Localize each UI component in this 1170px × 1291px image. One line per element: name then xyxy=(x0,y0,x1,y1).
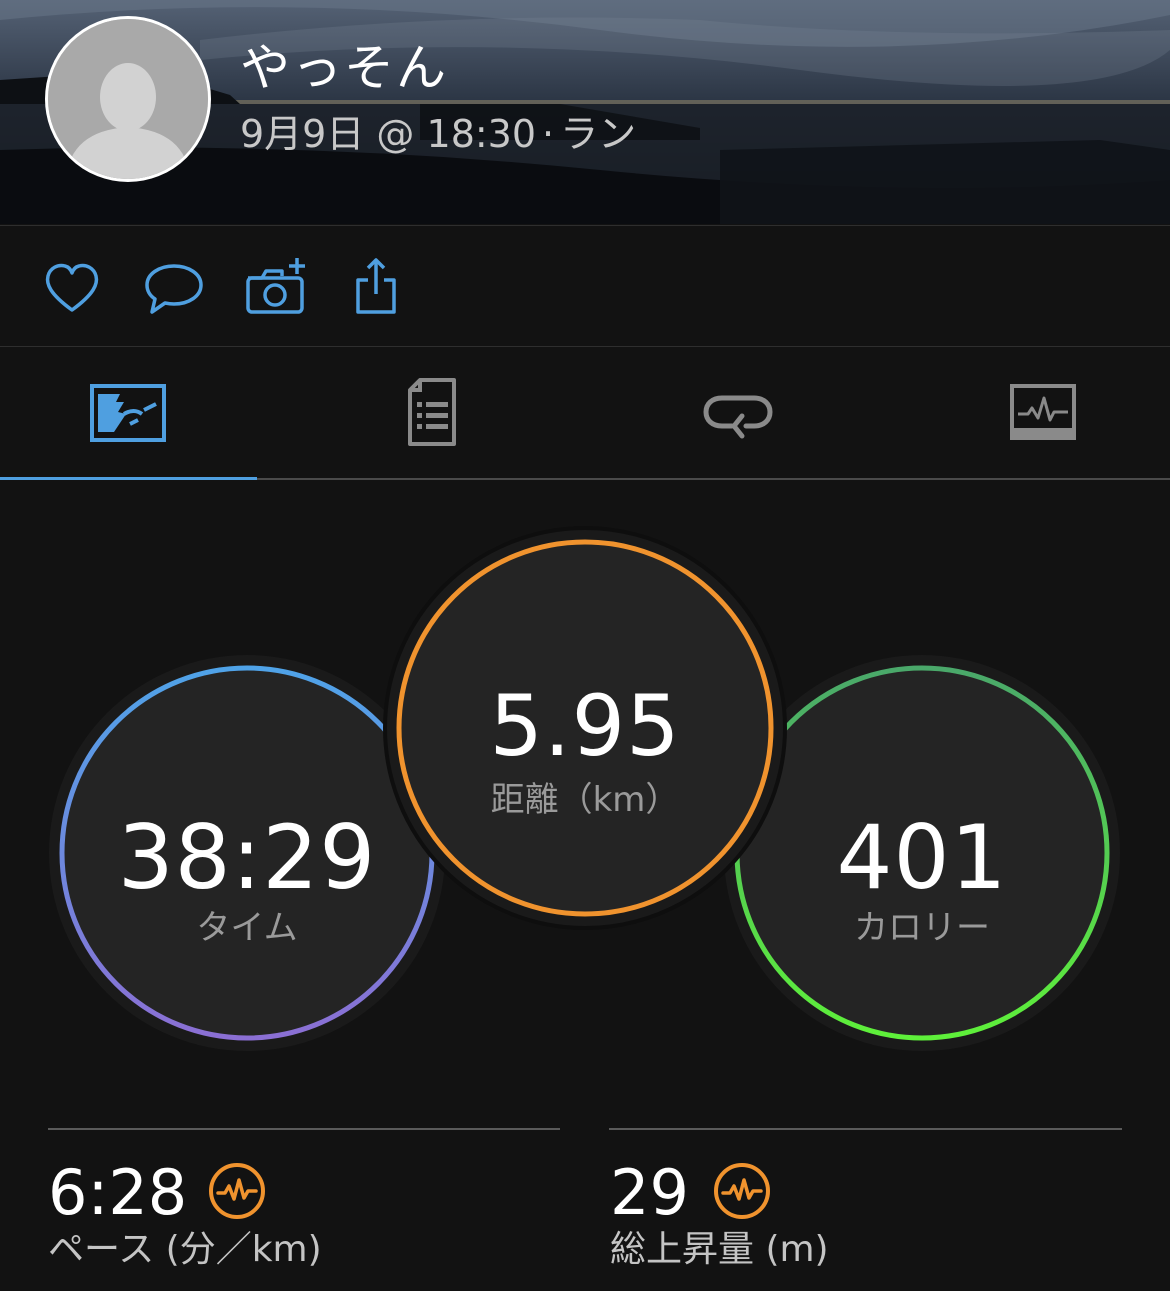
calories-label: カロリー xyxy=(854,908,990,948)
elevation-chart-icon[interactable] xyxy=(713,1162,771,1220)
tab-charts[interactable] xyxy=(912,346,1168,476)
distance-label: 距離（km） xyxy=(490,780,680,820)
map-overview-icon xyxy=(90,384,166,442)
share-icon xyxy=(356,258,396,314)
add-photo-icon xyxy=(246,258,305,314)
elevation-divider xyxy=(609,1128,1122,1130)
tab-overview[interactable] xyxy=(0,346,256,476)
distance-value: 5.95 xyxy=(489,677,681,775)
calories-value: 401 xyxy=(836,806,1008,909)
comment-icon xyxy=(145,264,203,314)
activity-header: やっそん 9月9日 @ 18:30 · ラン xyxy=(0,0,1170,224)
tab-details[interactable] xyxy=(304,346,560,476)
like-button[interactable] xyxy=(40,256,104,320)
user-placeholder-icon xyxy=(48,19,208,179)
time-label: タイム xyxy=(196,908,298,948)
action-bar xyxy=(0,225,1170,347)
pace-chart-icon[interactable] xyxy=(208,1162,266,1220)
details-list-icon xyxy=(408,378,456,446)
elevation-label: 総上昇量 (m) xyxy=(610,1229,829,1270)
pace-label: ペース (分／km) xyxy=(48,1229,322,1270)
elevation-value: 29 xyxy=(610,1156,689,1229)
share-button[interactable] xyxy=(346,256,410,320)
pace-value: 6:28 xyxy=(48,1156,188,1229)
tab-laps[interactable] xyxy=(608,346,864,476)
time-value: 38:29 xyxy=(117,806,377,909)
pace-divider xyxy=(48,1128,560,1130)
comment-button[interactable] xyxy=(142,256,206,320)
user-name[interactable]: やっそん xyxy=(240,38,448,98)
activity-type: ラン xyxy=(560,112,637,156)
add-photo-button[interactable] xyxy=(244,256,308,320)
laps-icon xyxy=(703,395,773,439)
meta-separator: · xyxy=(542,112,555,156)
tab-bar xyxy=(0,346,1170,480)
heart-icon xyxy=(45,263,99,312)
chart-icon xyxy=(1010,384,1076,440)
avatar[interactable] xyxy=(45,16,211,182)
activity-meta: 9月9日 @ 18:30 · ラン xyxy=(240,110,636,158)
activity-date: 9月9日 @ 18:30 xyxy=(240,112,537,156)
